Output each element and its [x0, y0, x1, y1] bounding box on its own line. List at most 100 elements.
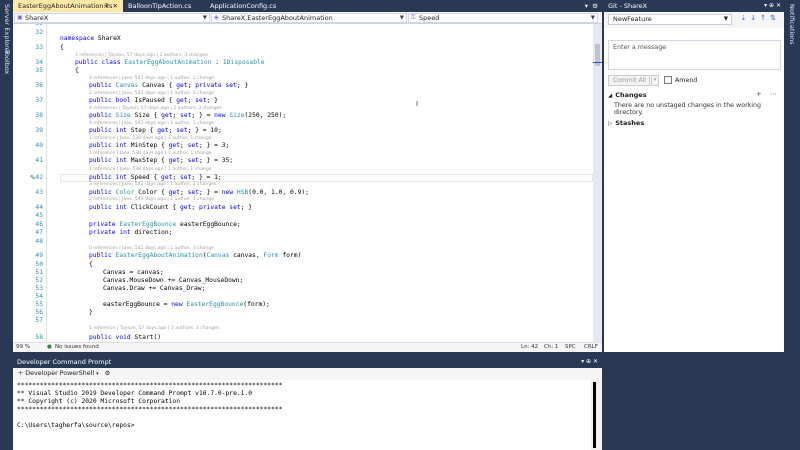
- git-sync-icons[interactable]: ⇣↓↑⇅: [741, 14, 780, 22]
- csharp-project-icon: ▣: [17, 14, 23, 21]
- codelens[interactable]: 4 references | Jaex, 541 days ago | 1 au…: [89, 76, 214, 81]
- commit-message-input[interactable]: Enter a message: [608, 40, 781, 70]
- changes-section-header[interactable]: ◢ Changes: [608, 91, 647, 99]
- property-icon: ⚿: [411, 14, 416, 21]
- collapse-caret-icon: ▷: [608, 121, 613, 127]
- code-line: Canvas = canvas;: [103, 269, 164, 276]
- issues-status[interactable]: No issues found: [55, 344, 99, 350]
- scrollbar-thumb[interactable]: [593, 382, 596, 448]
- amend-checkbox[interactable]: Amend: [664, 76, 697, 84]
- zoom-level[interactable]: 99 %: [16, 344, 30, 350]
- type-dropdown[interactable]: ◈ ShareX.EasterEggAboutAnimation ▼: [211, 13, 407, 23]
- tab-easter-egg-about-animation[interactable]: EasterEggAboutAnimation.cs ⊕ ✕: [13, 0, 123, 12]
- expand-caret-icon: ◢: [608, 93, 613, 99]
- panel-window-buttons[interactable]: ▾ ⊕ ✕: [581, 356, 598, 368]
- codelens[interactable]: 2 references | Jaex, 541 days ago | 1 au…: [89, 197, 214, 202]
- commit-all-button[interactable]: Commit All: [608, 75, 650, 86]
- project-name: ShareX: [25, 14, 49, 22]
- stashes-section-header[interactable]: ▷ Stashes: [608, 119, 644, 127]
- tab-label: EasterEggAboutAnimation.cs: [18, 2, 113, 10]
- branch-dropdown[interactable]: NewFeature ▼: [608, 14, 732, 25]
- chevron-down-icon: ▼: [723, 16, 728, 22]
- line-number: 32: [35, 29, 43, 36]
- pin-icon[interactable]: ⊕: [104, 0, 109, 12]
- tab-application-config[interactable]: ApplicationConfig.cs: [205, 0, 285, 12]
- code-line: private int direction;: [89, 229, 173, 236]
- notifications-tab[interactable]: Notifications: [788, 4, 796, 45]
- code-line: Canvas.Draw += Canvas_Draw;: [103, 285, 206, 292]
- code-line: public EasterEggAboutAnimation(Canvas ca…: [89, 252, 302, 259]
- tab-label: ApplicationConfig.cs: [210, 2, 277, 10]
- whitespace-indicator[interactable]: SPC: [565, 344, 576, 350]
- document-tab-strip: EasterEggAboutAnimation.cs ⊕ ✕ BalloonTi…: [13, 0, 602, 12]
- code-line: public int Speed { get; set; } = 1;: [89, 174, 222, 181]
- codelens[interactable]: 0 references | Jaex, 541 days ago | 1 au…: [89, 246, 214, 251]
- terminal-prompt[interactable]: C:\Users\tagherfa\source\repos>: [17, 422, 135, 429]
- member-dropdown[interactable]: ⚿ Speed ▼: [408, 13, 598, 23]
- dev-prompt-toolbar: + Developer PowerShell ▾ ⚙: [13, 368, 602, 380]
- code-line-namespace: namespace ShareX: [60, 35, 121, 42]
- branch-bar: NewFeature ▼ ⇣↓↑⇅: [604, 12, 784, 28]
- panel-window-buttons[interactable]: ▾ ⊕ ✕: [764, 0, 781, 12]
- code-editor[interactable]: ✎ 30 32 33 namespace ShareX { 3 referenc…: [13, 24, 593, 342]
- terminal-output[interactable]: ****************************************…: [13, 380, 591, 450]
- codelens[interactable]: 4 references | Jaex, 541 days ago | 1 au…: [89, 121, 214, 126]
- code-line: public int ClickCount { get; private set…: [89, 204, 253, 211]
- commit-dropdown-icon[interactable]: ▾: [651, 75, 659, 86]
- terminal-scrollbar[interactable]: [591, 380, 602, 450]
- terminal-line: ** Copyright (c) 2020 Microsoft Corporat…: [17, 398, 181, 405]
- codelens[interactable]: 2 references | Jaex, 541 days ago | 1 au…: [89, 91, 214, 96]
- add-shell-icon[interactable]: +: [18, 370, 23, 377]
- codelens[interactable]: 1 reference | Jaex, 538 days ago | 1 aut…: [89, 136, 212, 141]
- left-tool-strip: Server Explorer Toolbox: [0, 0, 13, 450]
- settings-icon[interactable]: ⚙: [105, 370, 111, 377]
- chevron-down-icon: ▼: [202, 15, 207, 21]
- close-icon[interactable]: ✕: [113, 0, 118, 12]
- chevron-down-icon: ▼: [590, 15, 595, 21]
- dev-prompt-title: Developer Command Prompt ▾ ⊕ ✕: [13, 356, 602, 368]
- navigation-bar: ▣ ShareX ▼ ◈ ShareX.EasterEggAboutAnimat…: [13, 12, 602, 24]
- chevron-down-icon: ▼: [399, 15, 404, 21]
- settings-icon[interactable]: ⚙: [592, 0, 598, 12]
- codelens[interactable]: 1 reference | Jaex, 538 days ago | 1 aut…: [89, 151, 212, 156]
- code-line: public void Start(): [89, 334, 162, 341]
- editor-vertical-scrollbar[interactable]: [593, 24, 602, 342]
- shell-dropdown[interactable]: Developer PowerShell: [25, 370, 94, 377]
- server-explorer-tab[interactable]: Server Explorer: [3, 4, 11, 54]
- text-cursor-icon: I: [416, 100, 419, 108]
- codelens[interactable]: 3 references | Tayson, 57 days ago | 2 a…: [75, 53, 208, 58]
- check-icon: ●: [47, 344, 52, 350]
- code-line: public int Step { get; set; } = 10;: [89, 127, 222, 134]
- class-icon: ◈: [214, 14, 219, 21]
- changes-toolbar-icons[interactable]: + ⋯: [756, 90, 780, 98]
- checkbox-box[interactable]: [664, 76, 672, 84]
- caret-position-marker: [593, 62, 602, 63]
- line-indicator: Ln: 42: [521, 344, 539, 350]
- git-panel-title: Git - ShareX ▾ ⊕ ✕: [604, 0, 784, 12]
- tab-balloon-tip-action[interactable]: BalloonTipAction.cs: [123, 0, 205, 12]
- code-line: public int MinStep { get; set; } = 3;: [89, 142, 230, 149]
- no-changes-text: There are no unstaged changes in the wor…: [614, 102, 762, 116]
- code-line: public class EasterEggAboutAnimation : I…: [75, 59, 265, 66]
- code-line: public int MaxStep { get; set; } = 35;: [89, 157, 234, 164]
- line-ending-indicator[interactable]: CRLF: [584, 344, 598, 350]
- project-dropdown[interactable]: ▣ ShareX ▼: [14, 13, 210, 23]
- codelens[interactable]: 3 references | Jaex, 541 days ago | 1 au…: [89, 182, 216, 187]
- toolbox-tab[interactable]: Toolbox: [3, 50, 11, 74]
- chevron-down-icon[interactable]: ▾: [96, 371, 99, 377]
- terminal-line: ** Visual Studio 2019 Developer Command …: [17, 390, 253, 397]
- tab-overflow-dropdown-icon[interactable]: ▾: [585, 0, 588, 12]
- line-number: 33: [35, 44, 43, 51]
- column-indicator: Ch: 1: [544, 344, 559, 350]
- code-line: public Canvas Canvas { get; private set;…: [89, 82, 249, 89]
- selection-margin: [46, 24, 47, 342]
- codelens[interactable]: 1 reference | Tayson, 57 days ago | 2 au…: [89, 326, 220, 331]
- codelens[interactable]: 4 references | Tayson, 57 days ago | 2 a…: [89, 106, 222, 111]
- code-line: private EasterEggBounce easterEggBounce;: [89, 221, 241, 228]
- member-name: Speed: [419, 14, 440, 22]
- codelens[interactable]: 1 reference | Jaex, 538 days ago | 1 aut…: [89, 167, 212, 172]
- code-line: public bool IsPaused { get; set; }: [89, 97, 218, 104]
- git-changes-panel: Git - ShareX ▾ ⊕ ✕ NewFeature ▼ ⇣↓↑⇅ Ent…: [604, 0, 784, 352]
- code-line: public Size Size { get; set; } = new Siz…: [89, 112, 287, 119]
- right-tool-strip: Notifications: [784, 0, 800, 450]
